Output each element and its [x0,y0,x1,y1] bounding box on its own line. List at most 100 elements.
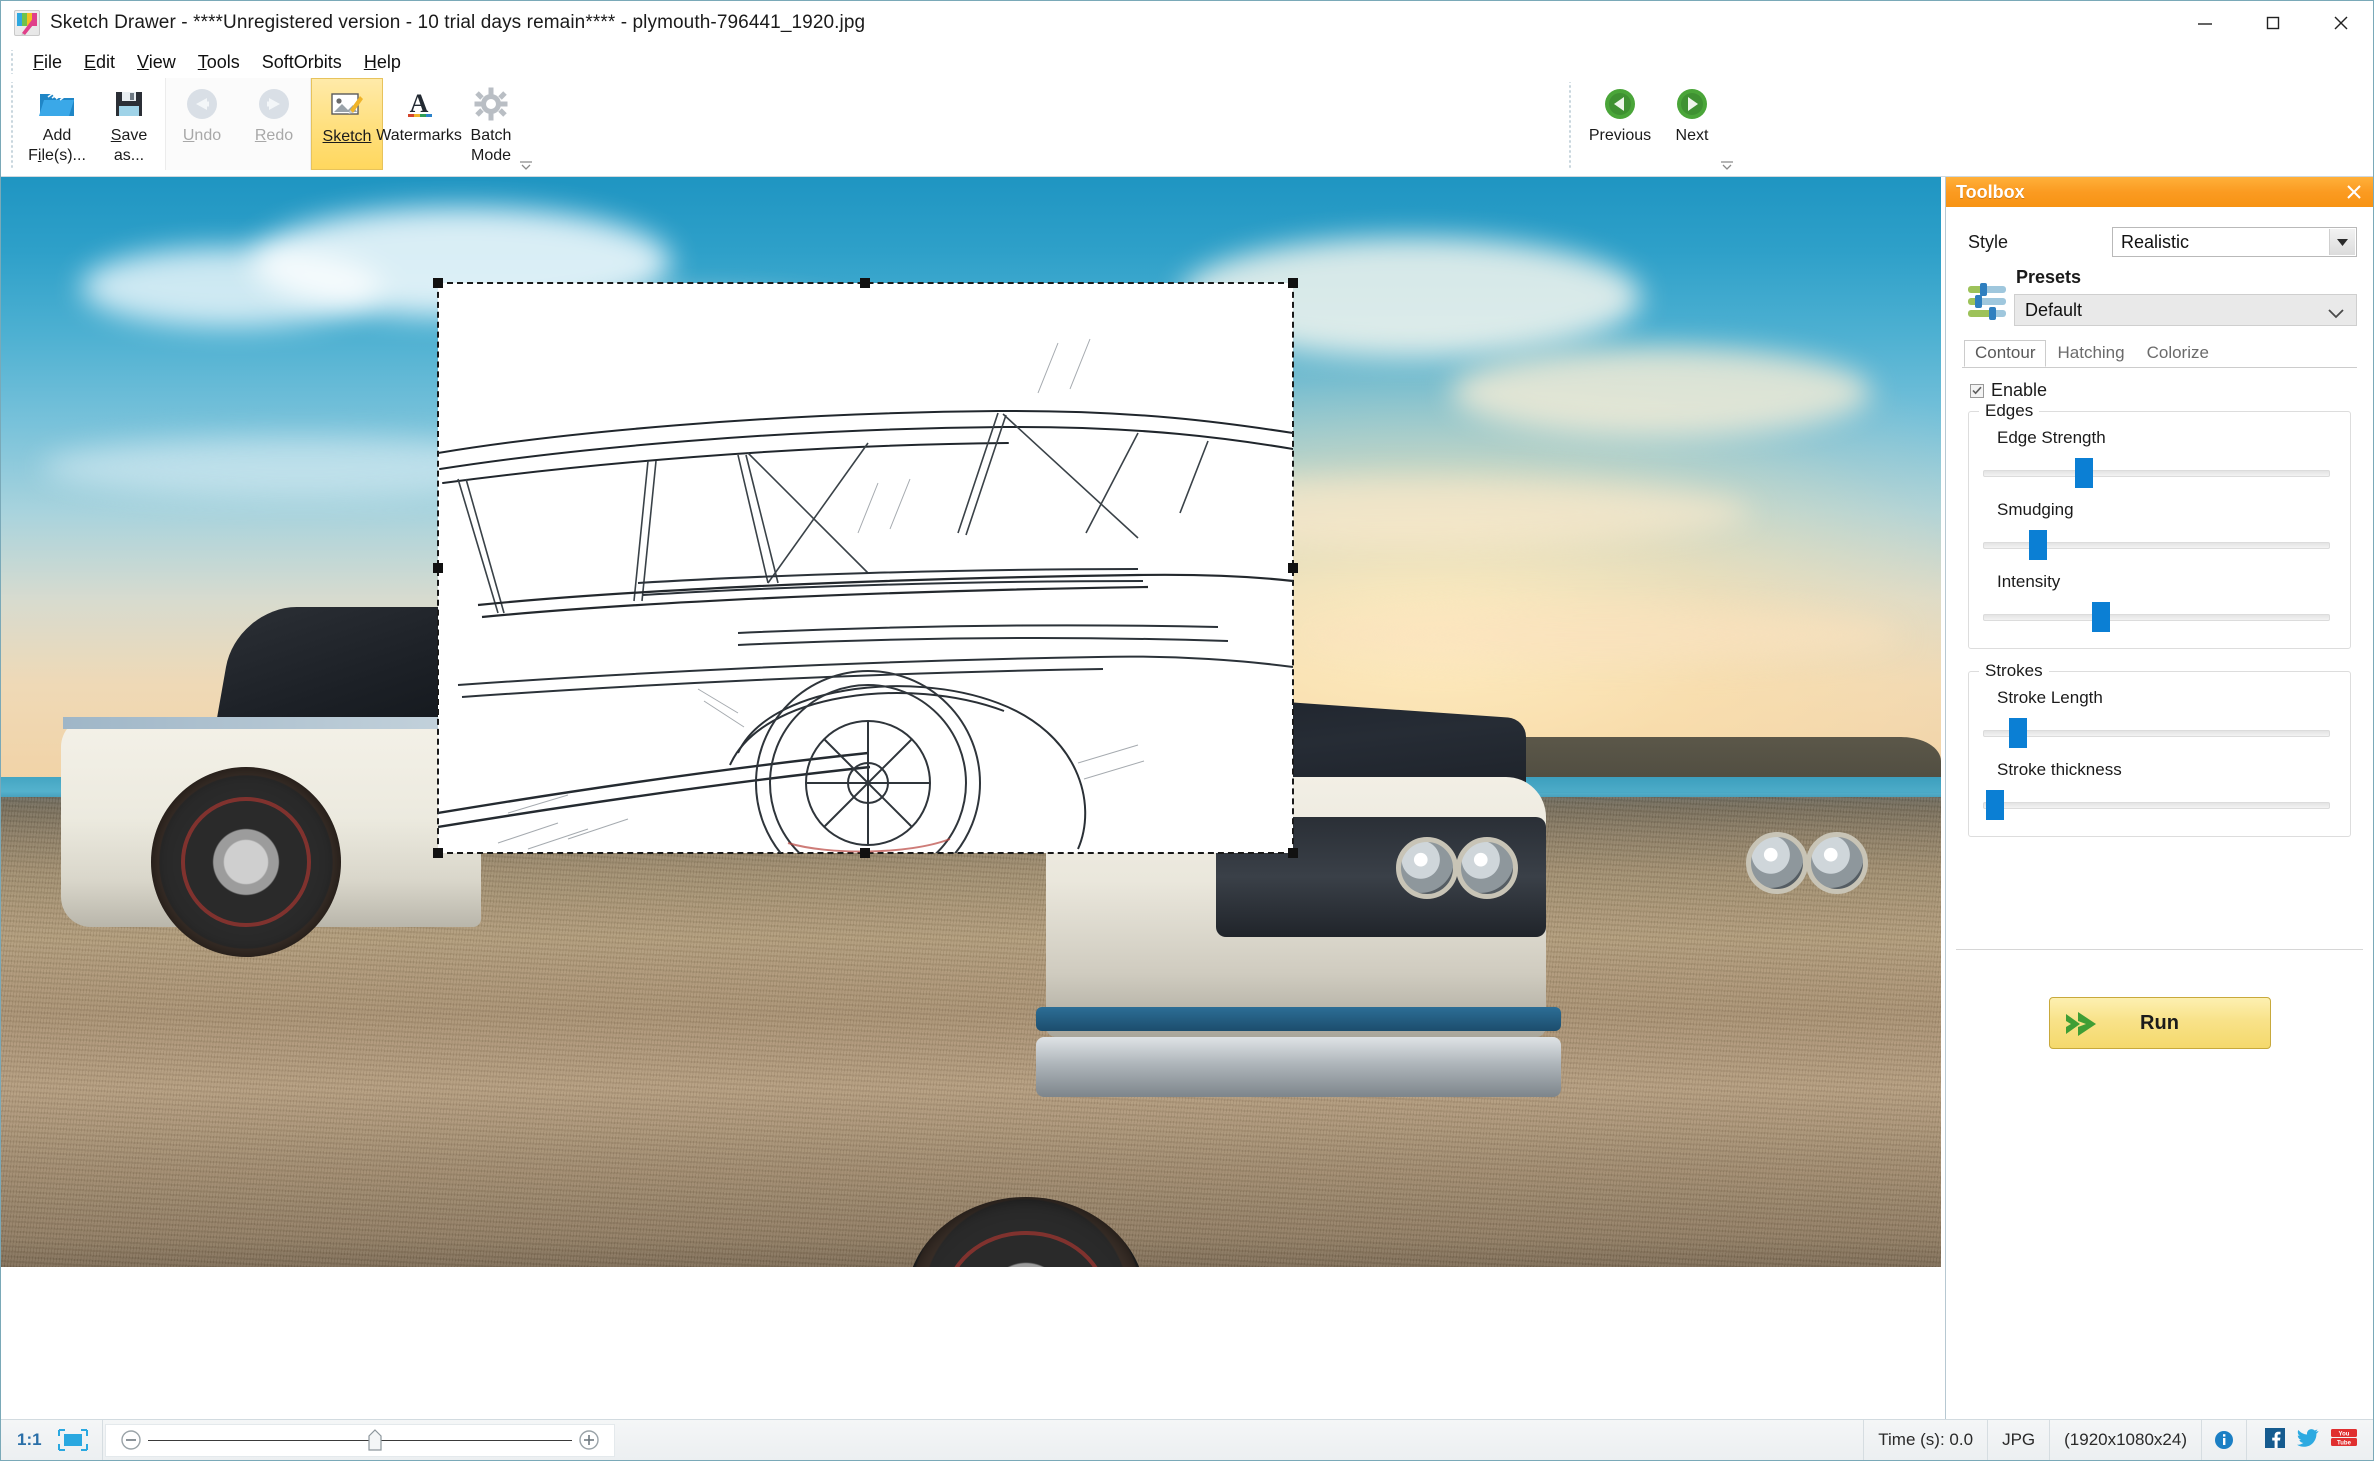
undo-redo-group: Undo Redo [165,78,311,170]
enable-checkbox-row[interactable]: Enable [1970,380,2357,401]
next-label: Next [1675,127,1709,144]
menu-item-edit[interactable]: Edit [73,49,126,76]
style-dropdown[interactable]: Realistic [2112,227,2357,257]
selection-handle-n[interactable] [860,278,870,288]
selection-handle-e[interactable] [1288,563,1298,573]
tab-colorize[interactable]: Colorize [2136,340,2220,367]
status-spacer [615,1420,1864,1461]
enable-checkbox[interactable] [1970,383,1984,398]
sketch-button[interactable]: Sketch [311,78,383,170]
save-as-button[interactable]: Save as... [93,78,165,170]
slider-thumb[interactable] [2009,718,2027,748]
youtube-icon[interactable]: You Tube [2331,1428,2357,1453]
maximize-button[interactable] [2239,1,2307,46]
toolbar-gripper[interactable] [9,82,16,168]
watermarks-button[interactable]: A Watermarks [376,78,462,170]
toolbar-overflow-icon[interactable] [517,158,535,172]
menu-item-softorbits[interactable]: SoftOrbits [251,49,353,76]
redo-button: Redo [238,78,310,170]
stroke-thickness-slider[interactable] [1983,790,2336,820]
zoom-slider[interactable] [104,1423,615,1457]
close-button[interactable] [2307,1,2373,46]
tab-contour[interactable]: Contour [1964,340,2047,367]
gear-icon [474,84,508,124]
slider-track[interactable] [1983,470,2330,477]
zoom-slider-thumb[interactable] [368,1428,382,1451]
source-photo: PLYMOUTH [1,177,1941,1267]
slider-track[interactable] [1983,802,2330,809]
image-canvas[interactable]: PLYMOUTH [1,177,1941,1421]
menu-gripper[interactable] [9,50,16,74]
presets-right: Presets Default [2014,267,2357,326]
redo-arrow-icon [256,84,292,124]
previous-label: Previous [1588,127,1652,144]
selection-rectangle[interactable] [433,278,1298,858]
run-button[interactable]: Run [2048,997,2271,1049]
car-bumper [1036,1037,1561,1097]
tab-hatching[interactable]: Hatching [2046,340,2135,367]
twitter-icon[interactable] [2297,1428,2319,1453]
zoom-slider-track[interactable] [147,1428,572,1451]
toolbox-title: Toolbox [1956,181,2025,202]
fit-to-window-button[interactable] [54,1419,103,1460]
undo-button: Undo [166,78,238,170]
selection-handle-se[interactable] [1288,848,1298,858]
minimize-button[interactable] [2171,1,2239,46]
save-as-label-line2: as... [113,147,145,165]
selection-handle-ne[interactable] [1288,278,1298,288]
menu-item-tools[interactable]: Tools [187,49,251,76]
chevron-down-icon[interactable] [2329,229,2355,255]
toolbox-close-icon[interactable] [2341,179,2367,205]
selection-handle-w[interactable] [433,563,443,573]
status-time: Time (s): 0.0 [1863,1419,1989,1460]
headlight-1 [1396,837,1458,899]
smudging-slider[interactable] [1983,530,2336,560]
presets-sliders-icon [1966,281,2008,323]
menu-item-help[interactable]: Help [353,49,412,76]
presets-dropdown[interactable]: Default [2014,294,2357,326]
batch-mode-button[interactable]: Batch Mode [455,78,532,170]
intensity-slider[interactable] [1983,602,2336,632]
navigation-gripper[interactable] [1567,82,1574,168]
slider-thumb[interactable] [1986,790,2004,820]
selection-handle-nw[interactable] [433,278,443,288]
stroke-length-label: Stroke Length [1997,688,2103,707]
navigation-overflow-icon[interactable] [1718,158,1736,172]
floppy-disk-icon [113,84,145,124]
sketch-preview [438,338,1293,853]
add-files-button[interactable]: Add File(s)... [21,78,93,170]
sketch-label: Sketch [322,128,372,145]
presets-label: Presets [2016,267,2082,287]
batch-mode-label-line2: Mode [470,147,512,165]
slider-track[interactable] [1983,730,2330,737]
menu-item-file[interactable]: File [22,49,73,76]
selection-handle-s[interactable] [860,848,870,858]
slider-thumb[interactable] [2092,602,2110,632]
toolbar: Add File(s)... Save as... Undo Redo Sket… [1,78,2373,177]
green-left-arrow-icon [1603,84,1637,124]
slider-thumb[interactable] [2075,458,2093,488]
undo-arrow-icon [184,84,220,124]
green-right-arrow-icon [1675,84,1709,124]
headlight-4 [1806,832,1868,894]
chevron-down-icon[interactable] [2328,303,2344,324]
previous-button[interactable]: Previous [1584,78,1656,170]
car-stripe-left [63,717,483,729]
undo-label: Undo [182,127,222,144]
selection-handle-sw[interactable] [433,848,443,858]
window-controls [2171,1,2373,46]
presets-value: Default [2025,299,2083,320]
info-button[interactable] [2202,1419,2247,1460]
menu-item-view[interactable]: View [126,49,187,76]
headlight-3 [1746,832,1808,894]
stroke-length-slider[interactable] [1983,718,2336,748]
facebook-icon[interactable] [2265,1427,2285,1453]
car-trim-blue [1036,1007,1561,1031]
slider-thumb[interactable] [2029,530,2047,560]
slider-track[interactable] [1983,614,2330,621]
next-button[interactable]: Next [1656,78,1733,170]
toolbox-tabs: Contour Hatching Colorize [1962,340,2357,368]
edge-strength-slider[interactable] [1983,458,2336,488]
edges-group: Edges Edge Strength Smudging Intensity [1968,401,2351,649]
zoom-ratio-button[interactable]: 1:1 [1,1430,54,1450]
